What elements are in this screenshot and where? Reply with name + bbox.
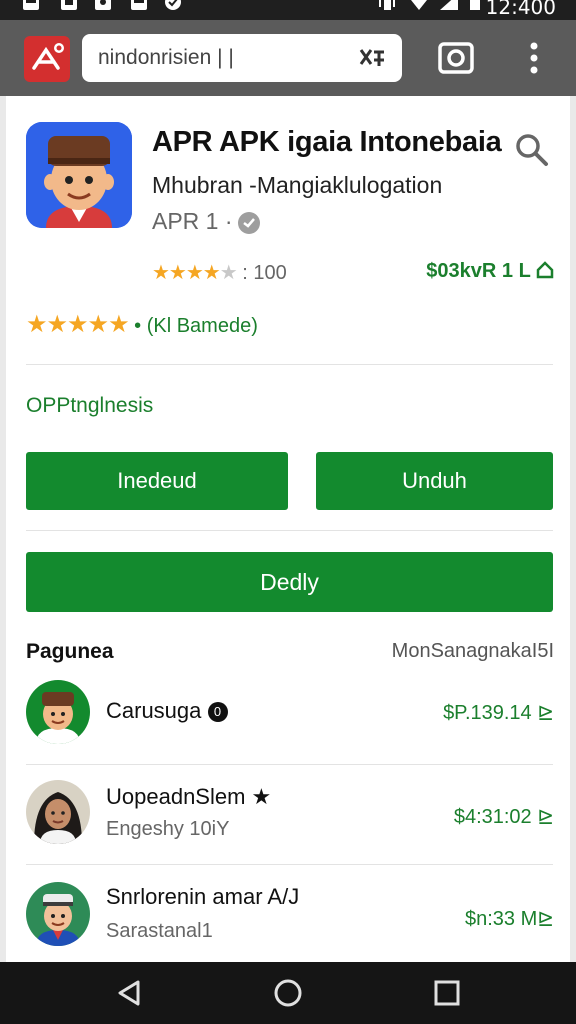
home-outline-icon <box>536 261 554 279</box>
review-stars: ★★★★★ <box>26 311 130 338</box>
app-icon[interactable] <box>26 122 132 228</box>
rating-stars: ★★★★★ <box>152 262 238 284</box>
app-logo-icon[interactable] <box>24 36 70 82</box>
url-bar[interactable]: nindonrisien | | <box>82 34 402 82</box>
install-button[interactable]: Inedeud <box>26 452 288 510</box>
deploy-button[interactable]: Dedly <box>26 552 553 612</box>
rating-count: : 100 <box>242 262 287 284</box>
app-subtitle: Mhubran -Mangiaklulogation <box>152 172 443 198</box>
section-label[interactable]: OPPtnglnesis <box>26 394 153 418</box>
notification-icon <box>23 0 39 10</box>
divider <box>26 530 553 531</box>
home-icon[interactable] <box>271 976 305 1010</box>
verified-badge-icon <box>238 212 260 234</box>
list-item[interactable]: Carusuga 0 $P.139.14 ⊵ <box>6 680 570 780</box>
list-item-price: $P.139.14 ⊵ <box>443 702 554 724</box>
signal-icon <box>440 0 458 10</box>
battery-icon <box>470 0 480 10</box>
tab-switcher-icon[interactable] <box>436 38 476 78</box>
browser-toolbar: nindonrisien | | <box>0 20 576 96</box>
avatar <box>26 882 90 946</box>
developer-name[interactable]: APR 1 · <box>152 208 233 235</box>
reviews-label: • (Kl Bamede) <box>134 315 258 337</box>
back-icon[interactable] <box>112 976 146 1010</box>
count-badge: 0 <box>207 702 228 722</box>
app-price-text: $03kvR 1 L <box>426 260 531 282</box>
avatar <box>26 680 90 744</box>
wifi-icon <box>411 0 427 10</box>
clock: 12:400 <box>485 0 556 19</box>
list-item-subtitle: Engeshy 10iY <box>106 818 230 840</box>
notification-icon <box>131 0 147 10</box>
list-filter[interactable]: MonSanagnakaI5I <box>392 640 554 663</box>
translate-icon[interactable] <box>358 44 388 72</box>
list-item-name: Carusuga 0 <box>106 698 228 724</box>
vibrate-icon <box>379 0 395 10</box>
more-vert-icon[interactable] <box>514 38 554 78</box>
list-title: Pagunea <box>26 640 114 663</box>
check-circle-icon <box>165 0 181 10</box>
search-icon[interactable] <box>514 132 550 168</box>
list-item-name-text: Carusuga <box>106 698 202 723</box>
download-button[interactable]: Unduh <box>316 452 553 510</box>
app-detail-card: APR APK igaia Intonebaia Mhubran -Mangia… <box>6 96 570 964</box>
divider <box>26 864 553 865</box>
divider <box>26 764 553 765</box>
notification-icon <box>61 0 77 10</box>
reviews-row[interactable]: ★★★★★ • (Kl Bamede) <box>26 310 258 339</box>
divider <box>26 364 553 365</box>
app-price: $03kvR 1 L <box>426 260 554 283</box>
status-bar: 12:400 <box>0 0 576 20</box>
list-item-name: Snrlorenin amar A/J <box>106 884 300 909</box>
list-item-subtitle: Sarastanal1 <box>106 920 213 942</box>
list-item-price: $4:31:02 ⊵ <box>453 806 554 828</box>
list-item-name: UopeadnSlem ★ <box>106 784 272 809</box>
list-item[interactable]: UopeadnSlem ★ Engeshy 10iY $4:31:02 ⊵ <box>6 780 570 880</box>
recents-icon[interactable] <box>430 976 464 1010</box>
avatar <box>26 780 90 844</box>
app-title: APR APK igaia Intonebaia <box>152 126 502 158</box>
notification-icon <box>95 0 111 10</box>
rating-row: ★★★★★ : 100 <box>152 260 287 285</box>
url-text[interactable]: nindonrisien | | <box>98 46 234 70</box>
list-item-price: $n:33 M⊵ <box>464 908 554 930</box>
navigation-bar <box>0 962 576 1024</box>
